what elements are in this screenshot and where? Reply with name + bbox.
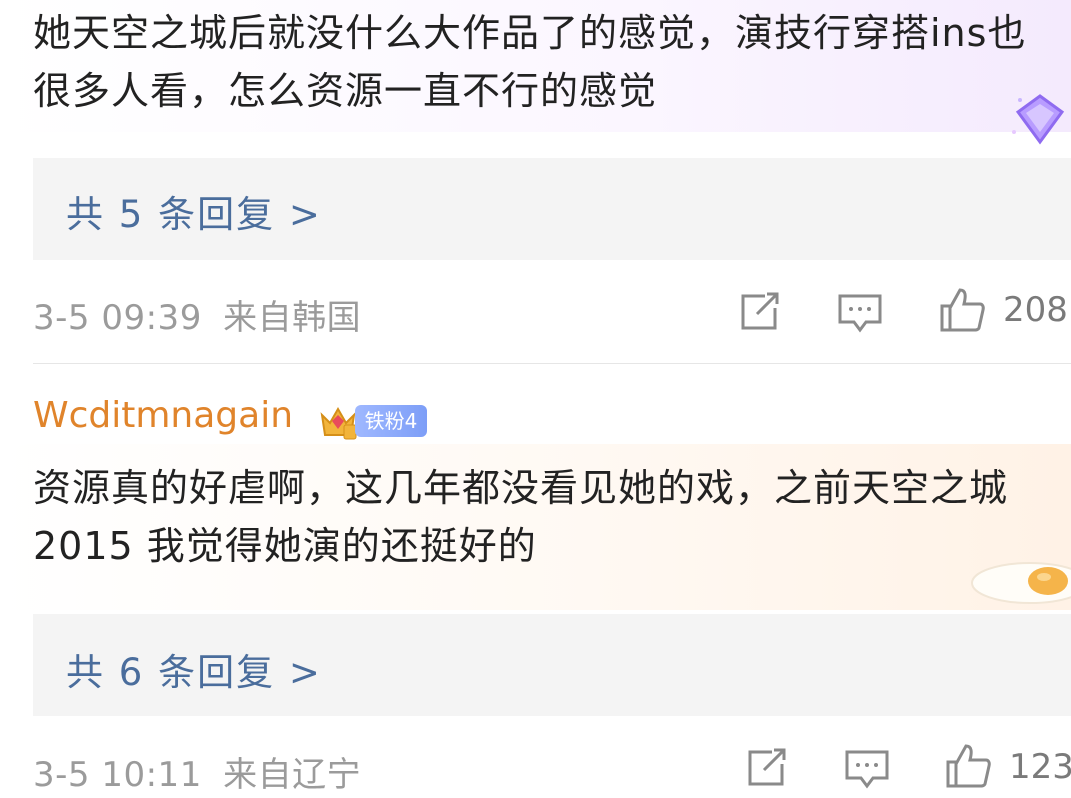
crown-badge-icon xyxy=(320,406,357,440)
share-icon[interactable] xyxy=(742,744,790,792)
comment-meta: 3-5 09:39 来自韩国 xyxy=(33,290,361,339)
view-replies-link[interactable]: 共 5 条回复 > xyxy=(66,184,322,238)
egg-decoration-icon xyxy=(971,562,1071,604)
like-icon[interactable] xyxy=(938,286,986,334)
diamond-decoration-icon xyxy=(1012,94,1065,145)
like-count: 208 xyxy=(1003,290,1068,330)
comment-text: 资源真的好虐啊，这几年都没看见她的戏，之前天空之城 2015 我觉得她演的还挺好… xyxy=(33,466,1009,568)
comment-divider xyxy=(33,363,1071,364)
comment-location: 来自韩国 xyxy=(223,298,362,338)
share-icon[interactable] xyxy=(735,288,783,336)
comment-icon[interactable] xyxy=(836,290,884,338)
like-count: 123 xyxy=(1009,747,1071,787)
comment-meta: 3-5 10:11 来自辽宁 xyxy=(33,747,361,796)
comment-icon[interactable] xyxy=(843,746,891,794)
fan-level-badge: 铁粉4 xyxy=(355,405,427,437)
comment-time: 3-5 10:11 xyxy=(33,755,202,795)
username[interactable]: Wcditmnagain xyxy=(33,395,293,436)
like-icon[interactable] xyxy=(944,742,992,790)
comment-time: 3-5 09:39 xyxy=(33,298,202,338)
comment-location: 来自辽宁 xyxy=(223,755,362,795)
comment-text: 她天空之城后就没什么大作品了的感觉，演技行穿搭ins也很多人看，怎么资源一直不行… xyxy=(33,11,1027,113)
view-replies-link[interactable]: 共 6 条回复 > xyxy=(66,642,322,696)
